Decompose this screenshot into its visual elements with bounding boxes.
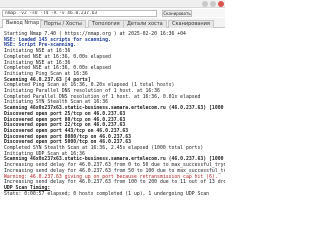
tab-nmap-output[interactable]: Вывод Nmap xyxy=(2,19,44,28)
tab-topology[interactable]: Топология xyxy=(88,20,124,28)
tab-ports-hosts[interactable]: Порты / Хосты xyxy=(40,20,86,28)
command-input[interactable]: nmap -v2 -sU -T4 -A -v 46.0.237.63 xyxy=(2,10,157,17)
tab-bar: Вывод Nmap Порты / Хосты Топология Детал… xyxy=(0,18,225,28)
output-line: Increasing send delay for 46.0.237.63 fr… xyxy=(4,168,225,174)
close-icon[interactable] xyxy=(218,1,224,7)
minimize-icon[interactable] xyxy=(202,1,208,7)
command-row: nmap -v2 -sU -T4 -A -v 46.0.237.63 Скани… xyxy=(0,9,225,17)
output-line: Scanning 46x0x237x63.static-business.sam… xyxy=(4,106,225,112)
maximize-icon[interactable] xyxy=(210,1,216,7)
window-titlebar xyxy=(0,0,225,8)
tab-scans[interactable]: Сканирования xyxy=(168,20,214,28)
scan-button[interactable]: Сканировать xyxy=(162,10,192,17)
tab-host-details[interactable]: Детали хоста xyxy=(123,20,167,28)
nmap-output-panel[interactable]: Starting Nmap 7.40 ( https://nmap.org ) … xyxy=(0,29,225,225)
output-line: Completed SYN Stealth Scan at 16:36, 2.4… xyxy=(4,146,204,152)
output-line: Stats: 0:00:57 elapsed; 0 hosts complete… xyxy=(4,191,210,197)
